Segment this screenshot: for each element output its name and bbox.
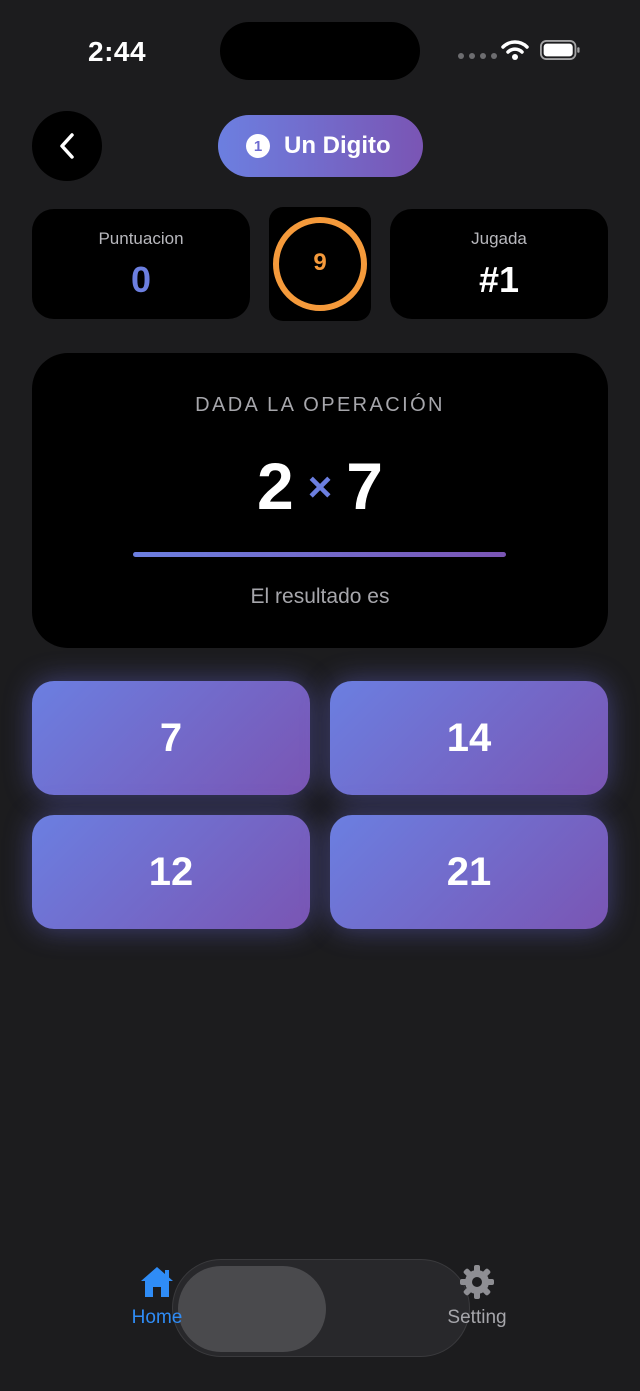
status-time: 2:44 <box>88 36 147 67</box>
operation-label: DADA LA OPERACIÓN <box>195 394 445 416</box>
answer-button-4[interactable]: 21 <box>330 815 608 929</box>
timer-card: 9 <box>269 207 371 321</box>
cellular-signal-icon <box>458 53 497 59</box>
score-label: Puntuacion <box>98 229 184 248</box>
back-button[interactable] <box>32 111 102 181</box>
wifi-icon <box>501 40 529 60</box>
tab-setting[interactable]: Setting <box>438 1264 516 1329</box>
score-value: 0 <box>130 259 152 300</box>
mode-title: Un Digito <box>284 132 391 159</box>
tab-home[interactable]: Home <box>120 1264 194 1329</box>
tab-selection-knob[interactable] <box>178 1266 326 1352</box>
operand-b: 7 <box>346 449 383 523</box>
tab-setting-label: Setting <box>447 1307 507 1328</box>
operation-subtitle: El resultado es <box>250 585 390 608</box>
chevron-left-icon <box>60 133 74 159</box>
play-label: Jugada <box>471 229 527 248</box>
operand-a: 2 <box>257 449 294 523</box>
play-value: #1 <box>478 259 520 300</box>
gear-icon <box>460 1265 494 1299</box>
divider-line <box>133 552 506 557</box>
score-card: Puntuacion 0 <box>32 209 250 319</box>
operation-expression: 2 × 7 <box>32 448 608 533</box>
mode-badge: 1 Un Digito <box>218 115 423 177</box>
mode-number-icon: 1 <box>246 134 270 158</box>
answer-button-3[interactable]: 12 <box>32 815 310 929</box>
play-card: Jugada #1 <box>390 209 608 319</box>
house-icon <box>141 1267 173 1297</box>
tab-home-label: Home <box>131 1307 183 1328</box>
operator-symbol: × <box>307 463 333 510</box>
answer-button-2[interactable]: 14 <box>330 681 608 795</box>
operation-card: DADA LA OPERACIÓN 2 × 7 El resultado es <box>32 353 608 648</box>
timer-value: 9 <box>313 249 327 276</box>
dynamic-island <box>220 22 420 80</box>
answer-button-1[interactable]: 7 <box>32 681 310 795</box>
battery-icon <box>540 40 580 60</box>
